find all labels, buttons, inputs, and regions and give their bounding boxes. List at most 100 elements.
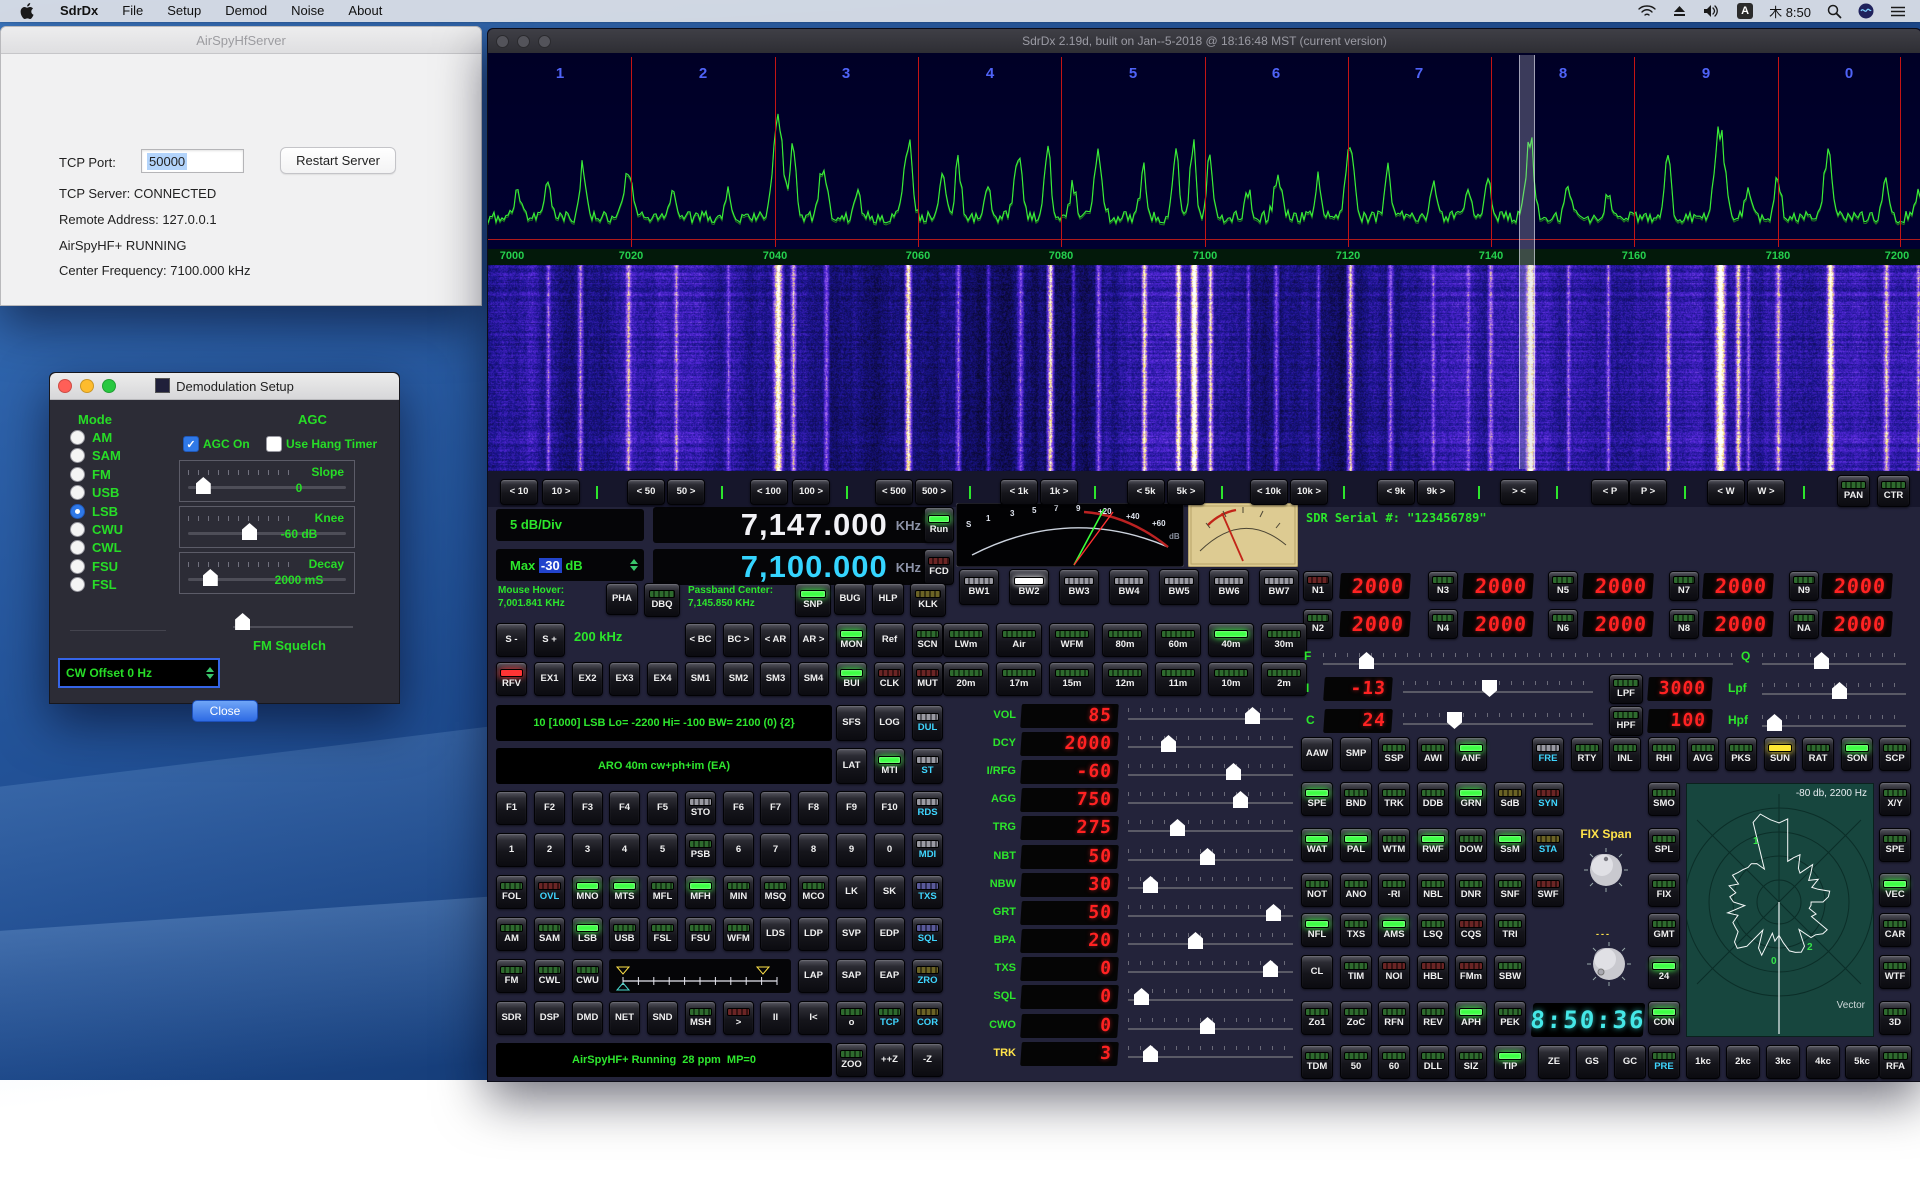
button-3d[interactable]: 3D [1879, 1001, 1911, 1035]
button-rty[interactable]: RTY [1571, 737, 1603, 771]
button-24[interactable]: 24 [1648, 955, 1680, 989]
slope-slider[interactable]: Slope0 [179, 460, 355, 502]
nbw-slider[interactable] [1128, 877, 1293, 895]
menu-item-noise[interactable]: Noise [279, 0, 336, 22]
button-ctr[interactable]: CTR [1877, 475, 1910, 507]
nbt-slider[interactable] [1128, 849, 1293, 867]
button-dul[interactable]: DUL [912, 705, 943, 741]
button-dsp[interactable]: DSP [534, 1001, 565, 1035]
button-f2[interactable]: F2 [534, 791, 565, 825]
button-x-y[interactable]: X/Y [1879, 782, 1911, 816]
button-bw5[interactable]: BW5 [1159, 569, 1199, 605]
button-2[interactable]: 2 [534, 833, 565, 867]
button-pan[interactable]: PAN [1837, 475, 1870, 507]
button-rfn[interactable]: RFN [1378, 1001, 1410, 1035]
button-sm2[interactable]: SM2 [723, 662, 754, 696]
button-wtm[interactable]: WTM [1378, 828, 1410, 862]
button-2m[interactable]: 2m [1261, 662, 1307, 696]
notification-center-icon[interactable] [1890, 5, 1906, 18]
button-wtf[interactable]: WTF [1879, 955, 1911, 989]
button-grn[interactable]: GRN [1455, 782, 1487, 816]
center-frequency-display[interactable]: 7,100.000 KHz [653, 549, 931, 585]
txs-slider[interactable] [1128, 961, 1293, 979]
button-zro[interactable]: ZRO [912, 959, 943, 993]
button-fre[interactable]: FRE [1532, 737, 1564, 771]
button-sdb[interactable]: SdB [1494, 782, 1526, 816]
button-9k[interactable]: 9k > [1417, 479, 1455, 505]
button-gs[interactable]: GS [1576, 1045, 1608, 1079]
button-fcd[interactable]: FCD [924, 549, 954, 585]
button-wfm[interactable]: WFM [1049, 623, 1095, 657]
button-sfs[interactable]: SFS [836, 705, 867, 741]
button-mut[interactable]: MUT [912, 662, 943, 696]
button-bw3[interactable]: BW3 [1059, 569, 1099, 605]
button-vec[interactable]: VEC [1879, 873, 1911, 907]
button-w[interactable]: W > [1747, 479, 1785, 505]
search-icon[interactable] [1827, 4, 1842, 19]
db-per-div-box[interactable]: 5 dB/Div [496, 509, 644, 541]
cwo-slider[interactable] [1128, 1018, 1293, 1036]
button-f6[interactable]: F6 [723, 791, 754, 825]
button-rwf[interactable]: RWF [1417, 828, 1449, 862]
button-sm1[interactable]: SM1 [685, 662, 716, 696]
button-wfm[interactable]: WFM [723, 917, 754, 951]
mode-radio-usb[interactable] [70, 485, 85, 500]
menu-item-file[interactable]: File [110, 0, 155, 22]
button-sto[interactable]: STO [685, 791, 716, 825]
button-txs[interactable]: TXS [1340, 913, 1372, 947]
max-db-box[interactable]: Max -30 dB [496, 549, 644, 581]
button-f9[interactable]: F9 [836, 791, 867, 825]
cw-offset-spinner[interactable] [200, 667, 214, 679]
button-st[interactable]: ST [912, 748, 943, 784]
button-ar[interactable]: AR > [798, 623, 829, 657]
sql-slider-groove[interactable] [1128, 999, 1293, 1001]
button-bui[interactable]: BUI [836, 662, 867, 696]
button-10k[interactable]: 10k > [1290, 479, 1328, 505]
button-17m[interactable]: 17m [996, 662, 1042, 696]
agg-slider-groove[interactable] [1128, 802, 1293, 804]
lpf-slider[interactable] [1762, 683, 1906, 701]
button-scp[interactable]: SCP [1879, 737, 1911, 771]
band-select-number-8[interactable]: 8 [1559, 65, 1567, 82]
agc-on-checkbox[interactable]: ✓ [183, 436, 199, 452]
button-ref[interactable]: Ref [874, 623, 905, 657]
i-rfg-slider-groove[interactable] [1128, 774, 1293, 776]
fix-span-knob[interactable] [1583, 847, 1629, 893]
button-ze[interactable]: ZE [1538, 1045, 1570, 1079]
button-p[interactable]: P > [1629, 479, 1667, 505]
button-bw4[interactable]: BW4 [1109, 569, 1149, 605]
button-12m[interactable]: 12m [1102, 662, 1148, 696]
button-sdr[interactable]: SDR [496, 1001, 527, 1035]
button-ii[interactable]: II [760, 1001, 791, 1035]
utc-clock-display[interactable]: 8:50:36 [1531, 1003, 1645, 1037]
q-slider-groove[interactable] [1762, 663, 1906, 665]
button-tim[interactable]: TIM [1340, 955, 1372, 989]
spectrum-display[interactable]: 1234567890 [488, 53, 1920, 249]
button-ldp[interactable]: LDP [798, 917, 829, 951]
restart-server-button[interactable]: Restart Server [280, 147, 396, 174]
c-slider[interactable] [1403, 713, 1593, 731]
button-f8[interactable]: F8 [798, 791, 829, 825]
button-pal[interactable]: PAL [1340, 828, 1372, 862]
button-dow[interactable]: DOW [1455, 828, 1487, 862]
mode-radio-cwl[interactable] [70, 540, 85, 555]
button-f5[interactable]: F5 [647, 791, 678, 825]
eject-icon[interactable] [1672, 5, 1687, 18]
button-pek[interactable]: PEK [1494, 1001, 1526, 1035]
button-snd[interactable]: SND [647, 1001, 678, 1035]
mode-radio-sam[interactable] [70, 448, 85, 463]
i-slider[interactable] [1403, 681, 1593, 699]
sql-slider[interactable] [1128, 989, 1293, 1007]
button-bw6[interactable]: BW6 [1209, 569, 1249, 605]
button-svp[interactable]: SVP [836, 917, 867, 951]
button-ssp[interactable]: SSP [1378, 737, 1410, 771]
button-zoo[interactable]: ZOO [836, 1043, 867, 1077]
button-eap[interactable]: EAP [874, 959, 905, 993]
button-rhi[interactable]: RHI [1648, 737, 1680, 771]
mode-radio-cwu[interactable] [70, 522, 85, 537]
siri-icon[interactable] [1858, 3, 1874, 19]
button-ex3[interactable]: EX3 [609, 662, 640, 696]
button-n7[interactable]: N7 [1669, 571, 1699, 601]
button-rds[interactable]: RDS [912, 791, 943, 825]
button-50[interactable]: 50 [1340, 1045, 1372, 1079]
